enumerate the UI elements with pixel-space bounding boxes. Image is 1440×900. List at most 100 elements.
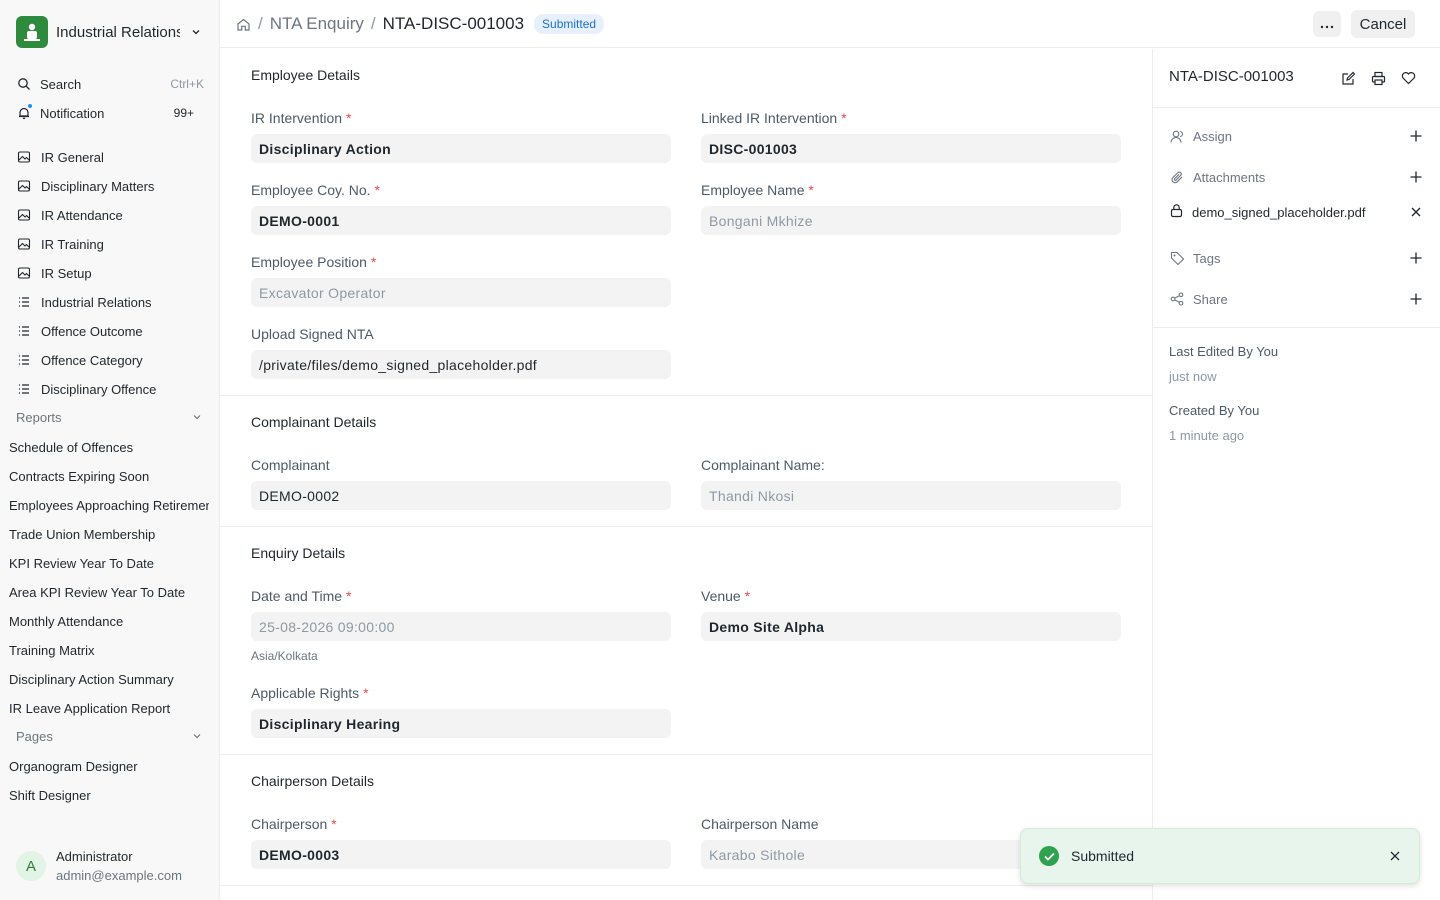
- report-link[interactable]: Schedule of Offences: [9, 436, 209, 458]
- status-badge: Submitted: [534, 14, 605, 34]
- page-link[interactable]: Shift Designer: [9, 784, 209, 806]
- search-shortcut: Ctrl+K: [170, 77, 204, 91]
- close-icon[interactable]: [1387, 848, 1403, 864]
- section-title: Employee Details: [251, 67, 360, 83]
- sidebar-item-ir-training[interactable]: IR Training: [16, 233, 206, 255]
- app-name: Industrial Relations: [56, 23, 180, 41]
- report-link[interactable]: Employees Approaching Retirement: [9, 494, 209, 516]
- attachment-filename[interactable]: demo_signed_placeholder.pdf: [1192, 205, 1365, 220]
- field-label: Complainant Name:: [701, 457, 825, 473]
- timezone-hint: Asia/Kolkata: [251, 649, 318, 663]
- add-icon[interactable]: [1407, 168, 1425, 186]
- toast-message: Submitted: [1071, 848, 1135, 864]
- pages-section-toggle[interactable]: Pages: [16, 726, 204, 746]
- report-link[interactable]: IR Leave Application Report: [9, 697, 209, 719]
- sidebar-item-ir-attendance[interactable]: IR Attendance: [16, 204, 206, 226]
- venue-input[interactable]: Demo Site Alpha: [701, 612, 1121, 641]
- more-icon: [1320, 16, 1334, 32]
- report-link[interactable]: Area KPI Review Year To Date: [9, 581, 209, 603]
- attachment-item[interactable]: demo_signed_placeholder.pdf: [1169, 202, 1425, 222]
- page-header: / NTA Enquiry / NTA-DISC-001003 Submitte…: [220, 0, 1440, 48]
- section-title: Chairperson Details: [251, 773, 374, 789]
- complainant-input[interactable]: DEMO-0002: [251, 481, 671, 510]
- image-icon: [16, 149, 32, 165]
- image-icon: [16, 236, 32, 252]
- field-label: Employee Position: [251, 254, 367, 270]
- lock-icon: [1169, 203, 1184, 221]
- section-title: Complainant Details: [251, 414, 377, 430]
- date-and-time-input: 25-08-2026 09:00:00: [251, 612, 671, 641]
- heart-icon[interactable]: [1393, 67, 1423, 89]
- paperclip-icon: [1169, 169, 1185, 185]
- share-row: Share: [1169, 289, 1425, 309]
- share-label: Share: [1193, 291, 1228, 307]
- search-icon: [16, 76, 32, 92]
- applicable-rights-input[interactable]: Disciplinary Hearing: [251, 709, 671, 738]
- more-actions-button[interactable]: [1313, 11, 1341, 37]
- share-icon: [1169, 291, 1185, 307]
- form-sidebar: NTA-DISC-001003 Assign Attachments demo_…: [1152, 49, 1440, 900]
- form-body: Employee Details IR Intervention * Disci…: [220, 49, 1152, 900]
- required-mark: *: [370, 254, 377, 270]
- image-icon: [16, 207, 32, 223]
- linked-ir-intervention-input[interactable]: DISC-001003: [701, 134, 1121, 163]
- list-icon: [16, 352, 32, 368]
- cancel-button[interactable]: Cancel: [1351, 10, 1415, 38]
- complainant-name-input: Thandi Nkosi: [701, 481, 1121, 510]
- sidebar-item-disciplinary-offence[interactable]: Disciplinary Offence: [16, 378, 206, 400]
- page-link[interactable]: Organogram Designer: [9, 755, 209, 777]
- add-icon[interactable]: [1407, 127, 1425, 145]
- sidebar-item-industrial-relations[interactable]: Industrial Relations: [16, 291, 206, 313]
- report-link[interactable]: Trade Union Membership: [9, 523, 209, 545]
- app-logo: [16, 16, 48, 48]
- sidebar-item-ir-general[interactable]: IR General: [16, 146, 206, 168]
- image-icon: [16, 265, 32, 281]
- sidebar-item-offence-outcome[interactable]: Offence Outcome: [16, 320, 206, 342]
- employee-position-field: Employee Position * Excavator Operator: [251, 252, 671, 307]
- app-switcher[interactable]: Industrial Relations: [16, 16, 204, 48]
- report-link[interactable]: KPI Review Year To Date: [9, 552, 209, 574]
- sidebar-item-label: IR General: [41, 149, 104, 165]
- report-link[interactable]: Monthly Attendance: [9, 610, 209, 632]
- attachments-label: Attachments: [1193, 169, 1266, 185]
- report-link[interactable]: Disciplinary Action Summary: [9, 668, 209, 690]
- image-icon: [16, 178, 32, 194]
- breadcrumb-link-nta-enquiry[interactable]: NTA Enquiry: [270, 14, 364, 34]
- user-menu[interactable]: A Administrator admin@example.com: [16, 848, 204, 884]
- edit-icon[interactable]: [1333, 67, 1363, 89]
- close-icon[interactable]: [1407, 203, 1425, 221]
- home-icon[interactable]: [235, 16, 251, 32]
- sidebar: Industrial Relations Search Ctrl+K Notif…: [0, 0, 220, 900]
- sidebar-item-offence-category[interactable]: Offence Category: [16, 349, 206, 371]
- enquiry-details-section: Enquiry Details Date and Time * 25-08-20…: [220, 527, 1152, 755]
- ir-intervention-input[interactable]: Disciplinary Action: [251, 134, 671, 163]
- field-label: Applicable Rights: [251, 685, 360, 701]
- employee-details-section: Employee Details IR Intervention * Disci…: [220, 49, 1152, 396]
- divider: [1153, 327, 1440, 328]
- reports-section-label: Reports: [16, 409, 62, 425]
- upload-signed-nta-link[interactable]: /private/files/demo_signed_placeholder.p…: [251, 350, 671, 379]
- sidebar-item-label: IR Setup: [41, 265, 92, 281]
- field-label: Employee Name: [701, 182, 805, 198]
- breadcrumb-separator: /: [370, 14, 376, 33]
- add-icon[interactable]: [1407, 290, 1425, 308]
- assign-row: Assign: [1169, 126, 1425, 146]
- attachments-row: Attachments: [1169, 167, 1425, 187]
- report-link[interactable]: Training Matrix: [9, 639, 209, 661]
- upload-signed-nta-field: Upload Signed NTA /private/files/demo_si…: [251, 324, 671, 379]
- bell-icon: [16, 103, 33, 121]
- chairperson-input[interactable]: DEMO-0003: [251, 840, 671, 869]
- notification-button[interactable]: Notification 99+: [16, 102, 204, 124]
- employee-coy-no-input[interactable]: DEMO-0001: [251, 206, 671, 235]
- report-link[interactable]: Contracts Expiring Soon: [9, 465, 209, 487]
- printer-icon[interactable]: [1363, 67, 1393, 89]
- add-icon[interactable]: [1407, 249, 1425, 267]
- reports-section-toggle[interactable]: Reports: [16, 407, 204, 427]
- avatar: A: [16, 851, 46, 881]
- sidebar-item-ir-setup[interactable]: IR Setup: [16, 262, 206, 284]
- search-button[interactable]: Search Ctrl+K: [16, 73, 204, 95]
- user-email: admin@example.com: [56, 868, 182, 883]
- sidebar-item-label: Industrial Relations: [41, 294, 152, 310]
- sidebar-item-disciplinary-matters[interactable]: Disciplinary Matters: [16, 175, 206, 197]
- employee-position-input: Excavator Operator: [251, 278, 671, 307]
